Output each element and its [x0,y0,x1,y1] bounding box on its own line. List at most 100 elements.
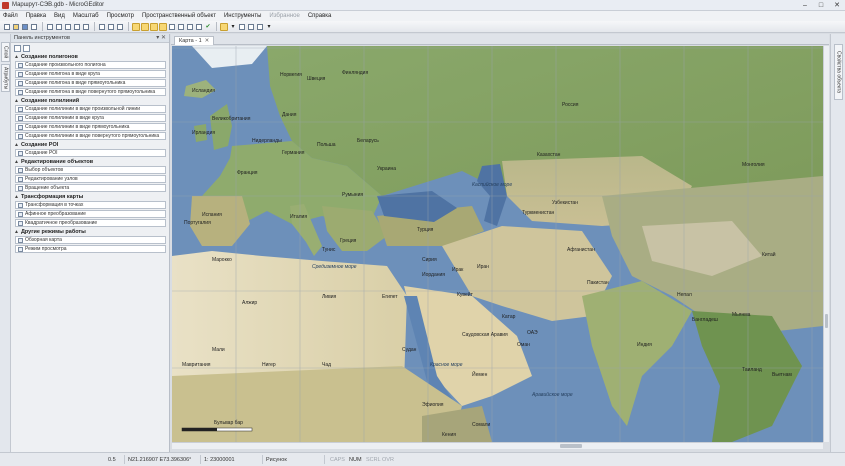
tool-icon [18,106,23,112]
tool-item[interactable]: Создание полигона в виде повернутого пря… [15,88,166,96]
country-label: Бангладеш [692,317,718,323]
pin-icon[interactable] [238,23,246,31]
poi-tool-icon[interactable] [159,22,167,31]
country-label: Польша [317,142,336,148]
cut-icon[interactable] [46,23,54,31]
collapse-arrow-icon[interactable]: ▲ [14,229,19,235]
tool-item-label: Создание полилинии в виде круга [25,115,104,121]
status-zoom: 0.5 [108,457,116,463]
menu-item-6[interactable]: Инструменты [224,13,261,19]
country-label: Турция [417,227,434,233]
check-icon[interactable]: ✔ [204,23,212,31]
close-button[interactable]: ✕ [829,0,845,11]
tool-item[interactable]: Трансформация в точках [15,201,166,209]
undo-icon[interactable] [73,23,81,31]
object-properties-tab[interactable]: Свойства объекта [834,44,843,100]
tab-close-icon[interactable]: ✕ [205,37,210,45]
map-horizontal-scrollbar[interactable] [172,442,823,449]
refresh-icon[interactable] [195,23,203,31]
tool-item-label: Выбор объектов [25,167,64,173]
zoom-out-icon[interactable] [116,23,124,31]
menu-item-1[interactable]: Правка [26,13,46,19]
collapse-arrow-icon[interactable]: ▲ [14,194,19,200]
new-file-icon[interactable] [3,23,11,31]
print-icon[interactable] [30,23,38,31]
collapse-arrow-icon[interactable]: ▲ [14,159,19,165]
tool-group-header[interactable]: ▲ Создание полилиний [14,97,166,105]
polygon-tool-icon[interactable] [141,22,149,31]
vertical-scroll-thumb[interactable] [825,314,828,328]
tool-item-label: Квадратичное преобразование [25,220,98,226]
menu-item-2[interactable]: Вид [54,13,65,19]
tool-item[interactable]: Создание полилинии в виде повернутого пр… [15,132,166,140]
minimize-button[interactable]: – [797,0,813,11]
info-icon[interactable] [247,23,255,31]
map-vertical-scrollbar[interactable] [823,46,829,442]
menu-item-0[interactable]: Файл [3,13,18,19]
dropdown-arrow-icon[interactable]: ▾ [229,23,237,31]
measure-icon[interactable] [186,23,194,31]
country-label: Индия [637,342,652,348]
tool-item[interactable]: Создание POI [15,149,166,157]
tool-item[interactable]: Обзорная карта [15,236,166,244]
select-tool-icon[interactable] [132,22,140,31]
chevron-down-icon[interactable]: ▾ [265,23,273,31]
map-canvas[interactable]: Средиземное море Красное море Каспийское… [172,46,823,442]
tab-map-1[interactable]: Карта - 1 ✕ [174,36,215,45]
menu-item-4[interactable]: Просмотр [107,13,134,19]
open-file-icon[interactable] [12,23,20,31]
save-icon[interactable] [21,23,29,31]
sort-icon[interactable] [14,44,21,52]
tool-item[interactable]: Создание полилинии в виде прямоугольника [15,123,166,131]
left-dock-strip: Слой Атрибуты [0,34,11,452]
table-icon[interactable] [256,23,264,31]
attributes-tab[interactable]: Атрибуты [1,64,10,92]
tool-item[interactable]: Создание полилинии в виде произвольной л… [15,105,166,113]
zoom-in-icon[interactable] [107,23,115,31]
tool-group-header[interactable]: ▲ Создание полигонов [14,53,166,61]
tool-item[interactable]: Вращение объекта [15,184,166,192]
highlight-tool-icon[interactable] [220,22,228,31]
tool-item[interactable]: Создание полигона в виде круга [15,70,166,78]
menu-item-7[interactable]: Избранное [269,13,299,19]
tool-item-label: Обзорная карта [25,237,62,243]
tool-group-header[interactable]: ▲ Другие режимы работы [14,228,166,236]
tool-item[interactable]: Режим просмотра [15,245,166,253]
redo-icon[interactable] [82,23,90,31]
tool-item[interactable]: Выбор объектов [15,166,166,174]
tool-item[interactable]: Афинное преобразование [15,210,166,218]
tool-group-header[interactable]: ▲ Редактирование объектов [14,158,166,166]
horizontal-scroll-thumb[interactable] [560,444,582,448]
tool-group-header[interactable]: ▲ Создание POI [14,141,166,149]
sea-label-red: Красное море [430,362,463,368]
collapse-arrow-icon[interactable]: ▲ [14,142,19,148]
panel-controls[interactable]: ▾ ✕ [156,34,166,43]
menu-item-3[interactable]: Масштаб [73,13,99,19]
filter-icon[interactable] [23,44,30,52]
collapse-arrow-icon[interactable]: ▲ [14,98,19,104]
menu-item-5[interactable]: Пространственный объект [142,13,216,19]
tool-icon [18,211,23,217]
layers-icon[interactable] [168,23,176,31]
country-label: Кения [442,432,456,438]
tool-item[interactable]: Квадратичное преобразование [15,219,166,227]
paste-icon[interactable] [64,23,72,31]
polyline-tool-icon[interactable] [150,22,158,31]
maximize-button[interactable]: □ [813,0,829,11]
country-label: Чад [322,362,331,368]
tool-item[interactable]: Редактирование узлов [15,175,166,183]
tool-item[interactable]: Создание произвольного полигона [15,61,166,69]
tool-item[interactable]: Создание полигона в виде прямоугольника [15,79,166,87]
copy-icon[interactable] [55,23,63,31]
menu-item-8[interactable]: Справка [308,13,332,19]
collapse-arrow-icon[interactable]: ▲ [14,54,19,60]
tool-icon [18,124,23,130]
tool-item[interactable]: Создание полилинии в виде круга [15,114,166,122]
status-num: NUM [349,457,362,463]
pan-icon[interactable] [98,23,106,31]
tool-group-title: Создание полигонов [20,54,78,60]
country-label: Великобритания [212,116,251,122]
layers-tab[interactable]: Слой [1,42,10,62]
grid-icon[interactable] [177,23,185,31]
tool-group-header[interactable]: ▲ Трансформация карты [14,193,166,201]
